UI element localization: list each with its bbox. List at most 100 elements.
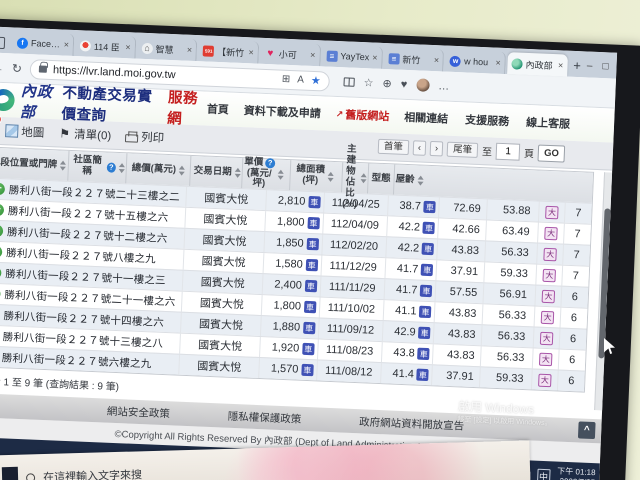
parking-badge[interactable]: 車 bbox=[422, 243, 434, 255]
address-text[interactable]: 勝利八街一段２２７號十五樓之六 bbox=[8, 203, 169, 225]
column-header[interactable]: 單價 ? (萬元/坪) bbox=[242, 158, 291, 190]
collections-icon[interactable]: ⊕ bbox=[382, 77, 392, 90]
address-text[interactable]: 勝利八街一段２２７號十二樓之六 bbox=[7, 224, 168, 246]
tab-close-icon[interactable]: × bbox=[187, 45, 193, 55]
parking-badge[interactable]: 車 bbox=[418, 327, 430, 339]
expand-plus-icon[interactable]: + bbox=[0, 267, 2, 279]
browser-tab[interactable]: w hou × bbox=[446, 50, 507, 74]
expand-plus-icon[interactable]: + bbox=[0, 204, 4, 216]
first-page-button[interactable]: 首筆 bbox=[377, 139, 409, 156]
address-text[interactable]: 勝利八街一段２２７號十三樓之八 bbox=[2, 329, 163, 351]
parking-badge[interactable]: 車 bbox=[419, 306, 431, 318]
parking-badge[interactable]: 車 bbox=[418, 348, 430, 360]
parking-badge[interactable]: 車 bbox=[307, 217, 319, 229]
browser-tab[interactable]: Facebo × bbox=[13, 31, 75, 56]
address-text[interactable]: 勝利八街一段２２７號八樓之九 bbox=[6, 245, 156, 266]
sort-icon[interactable] bbox=[327, 172, 333, 182]
scrollbar-thumb[interactable] bbox=[598, 208, 610, 358]
pinned-window-icon[interactable] bbox=[0, 36, 5, 49]
tab-close-icon[interactable]: × bbox=[63, 40, 69, 50]
back-icon[interactable]: ← bbox=[0, 60, 4, 74]
column-header[interactable]: 主建物 ? 佔比(%) bbox=[342, 162, 369, 193]
building-type-badge[interactable]: 大 bbox=[543, 268, 557, 282]
settings-more-icon[interactable]: … bbox=[438, 80, 449, 92]
scrollbar[interactable] bbox=[594, 172, 613, 410]
tab-close-icon[interactable]: × bbox=[310, 50, 316, 60]
column-header[interactable]: 社區簡稱 ? bbox=[68, 151, 127, 183]
footer-link[interactable]: 政府網站資料開放宣告 bbox=[359, 414, 465, 433]
building-type-badge[interactable]: 大 bbox=[545, 205, 559, 219]
sort-icon[interactable] bbox=[119, 163, 125, 173]
clock[interactable]: 下午 01:18 2023/7/05 bbox=[557, 466, 596, 480]
nav-item[interactable]: ↗ 相關連結 bbox=[404, 109, 451, 127]
column-header[interactable]: 屋齡 ? bbox=[394, 165, 425, 196]
sort-icon[interactable] bbox=[417, 175, 423, 185]
scroll-top-button[interactable]: ^ bbox=[578, 421, 596, 439]
column-header[interactable]: 總面積 ? (坪) bbox=[290, 160, 343, 192]
parking-badge[interactable]: 車 bbox=[420, 285, 432, 297]
favorites-bar-icon[interactable]: ☆ bbox=[363, 76, 373, 89]
browser-tab[interactable]: 【新竹 × bbox=[199, 39, 260, 63]
browser-essentials-icon[interactable]: ♥ bbox=[401, 78, 408, 90]
expand-plus-icon[interactable]: + bbox=[0, 246, 2, 258]
expand-plus-icon[interactable]: + bbox=[0, 225, 3, 237]
help-icon[interactable]: ? bbox=[106, 162, 116, 172]
browser-tab[interactable]: 內政部 × bbox=[507, 52, 568, 76]
go-button[interactable]: GO bbox=[538, 144, 565, 162]
parking-badge[interactable]: 車 bbox=[421, 264, 433, 276]
minimize-button[interactable]: – bbox=[587, 60, 593, 71]
tab-close-icon[interactable]: × bbox=[125, 42, 131, 52]
browser-tab[interactable]: YayTex × bbox=[322, 44, 383, 68]
parking-badge[interactable]: 車 bbox=[306, 259, 318, 271]
building-type-badge[interactable]: 大 bbox=[540, 331, 554, 345]
tab-close-icon[interactable]: × bbox=[558, 60, 564, 70]
new-tab-button[interactable]: + bbox=[573, 58, 581, 73]
laptop-search-text[interactable]: 在這裡輸入文字來搜 bbox=[43, 466, 142, 480]
address-text[interactable]: 勝利八街一段２２７號十四樓之六 bbox=[3, 308, 164, 330]
tab-close-icon[interactable]: × bbox=[372, 52, 378, 62]
tab-close-icon[interactable]: × bbox=[495, 58, 501, 68]
address-text[interactable]: 勝利八街一段２２７號十一樓之三 bbox=[5, 266, 166, 288]
nav-item[interactable]: ↗ 資料下載及申請 bbox=[243, 102, 321, 121]
browser-tab[interactable]: 小可 × bbox=[260, 42, 321, 66]
parking-badge[interactable]: 車 bbox=[423, 222, 435, 234]
ime-indicator[interactable]: 中 bbox=[537, 468, 551, 480]
tab-close-icon[interactable]: × bbox=[248, 47, 254, 57]
sort-icon[interactable] bbox=[179, 165, 185, 175]
building-type-badge[interactable]: 大 bbox=[543, 247, 557, 261]
browser-tab[interactable]: 智慧 × bbox=[137, 37, 198, 61]
nav-item[interactable]: ↗ 舊版網站 bbox=[335, 106, 389, 124]
nav-item[interactable]: ↗ 線上客服 bbox=[526, 114, 571, 132]
address-text[interactable]: 勝利八街一段２２７號六樓之九 bbox=[2, 350, 152, 371]
page-input[interactable] bbox=[496, 143, 521, 161]
help-icon[interactable]: ? bbox=[265, 158, 275, 168]
last-page-button[interactable]: 尾筆 bbox=[447, 141, 479, 158]
sort-icon[interactable] bbox=[60, 160, 66, 170]
building-type-badge[interactable]: 大 bbox=[542, 289, 556, 303]
browser-tab[interactable]: 114 臣 × bbox=[75, 34, 136, 58]
favorite-star-icon[interactable]: ★ bbox=[311, 74, 321, 87]
nav-item[interactable]: ↗ 支援服務 bbox=[465, 111, 512, 129]
building-type-badge[interactable]: 大 bbox=[544, 226, 558, 240]
split-screen-icon[interactable] bbox=[344, 77, 355, 86]
sort-icon[interactable] bbox=[277, 170, 283, 180]
parking-badge[interactable]: 車 bbox=[417, 369, 429, 381]
parking-badge[interactable]: 車 bbox=[301, 364, 313, 376]
grid-icon[interactable]: ⊞ bbox=[282, 74, 291, 85]
building-type-badge[interactable]: 大 bbox=[538, 373, 552, 387]
parking-badge[interactable]: 車 bbox=[304, 301, 316, 313]
parking-badge[interactable]: 車 bbox=[305, 280, 317, 292]
refresh-icon[interactable]: ↻ bbox=[12, 61, 23, 75]
next-page-button[interactable]: › bbox=[430, 141, 444, 157]
toolbar-button[interactable]: 列印 bbox=[125, 128, 165, 146]
footer-link[interactable]: 網站安全政策 bbox=[107, 403, 171, 421]
expand-plus-icon[interactable]: + bbox=[0, 288, 1, 300]
building-type-badge[interactable]: 大 bbox=[539, 352, 553, 366]
site-logo-icon[interactable] bbox=[0, 89, 15, 112]
parking-badge[interactable]: 車 bbox=[306, 238, 318, 250]
parking-badge[interactable]: 車 bbox=[424, 201, 436, 213]
maximize-button[interactable]: □ bbox=[602, 61, 609, 72]
parking-badge[interactable]: 車 bbox=[303, 322, 315, 334]
column-header[interactable]: 型態 ? bbox=[368, 163, 395, 194]
column-header[interactable]: 總價(萬元) ? bbox=[126, 153, 191, 186]
